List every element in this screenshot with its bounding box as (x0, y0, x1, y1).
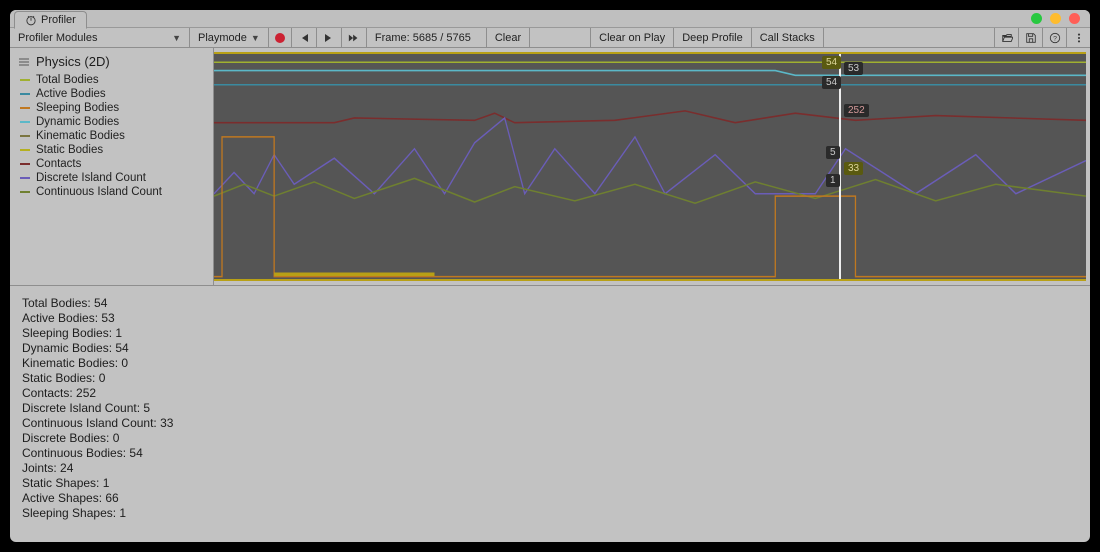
detail-row: Sleeping Bodies: 1 (22, 326, 1078, 341)
close-button[interactable] (1069, 13, 1080, 24)
chevron-down-icon: ▼ (251, 33, 260, 43)
legend-item[interactable]: Contacts (16, 157, 207, 171)
toolbar: Profiler Modules ▼ Playmode ▼ Frame: 568… (10, 28, 1090, 48)
marker-discrete: 5 (826, 146, 840, 159)
frame-next-button[interactable] (317, 28, 342, 47)
legend-swatch (20, 135, 30, 137)
drag-handle-icon (18, 56, 30, 68)
marker-dynamic: 54 (822, 76, 841, 89)
profiler-tab[interactable]: Profiler (14, 11, 87, 29)
legend-swatch (20, 93, 30, 95)
detail-row: Static Shapes: 1 (22, 476, 1078, 491)
save-icon (1025, 32, 1037, 44)
details-panel: Total Bodies: 54Active Bodies: 53Sleepin… (10, 286, 1090, 542)
legend-swatch (20, 191, 30, 193)
title-bar: Profiler (10, 10, 1090, 28)
tab-title-text: Profiler (41, 14, 76, 26)
detail-row: Continuous Bodies: 54 (22, 446, 1078, 461)
menu-button[interactable] (1066, 28, 1090, 47)
minimize-button[interactable] (1050, 13, 1061, 24)
marker-active: 53 (844, 62, 863, 75)
window-controls (1031, 13, 1080, 24)
chart-svg (214, 54, 1086, 279)
chevron-down-icon: ▼ (172, 33, 181, 43)
detail-row: Discrete Bodies: 0 (22, 431, 1078, 446)
open-icon (1001, 32, 1013, 44)
detail-row: Active Bodies: 53 (22, 311, 1078, 326)
profiler-modules-label: Profiler Modules (18, 32, 97, 44)
detail-row: Static Bodies: 0 (22, 371, 1078, 386)
legend-item[interactable]: Active Bodies (16, 87, 207, 101)
legend-swatch (20, 149, 30, 151)
svg-text:?: ? (1053, 35, 1057, 42)
legend-label: Contacts (36, 158, 81, 170)
skip-forward-icon (323, 32, 335, 44)
legend-label: Sleeping Bodies (36, 102, 119, 114)
kebab-icon (1073, 32, 1085, 44)
profiler-modules-dropdown[interactable]: Profiler Modules ▼ (10, 28, 190, 47)
legend-item[interactable]: Total Bodies (16, 73, 207, 87)
legend-item[interactable]: Continuous Island Count (16, 185, 207, 199)
legend-label: Kinematic Bodies (36, 130, 125, 142)
legend-label: Total Bodies (36, 74, 99, 86)
legend-label: Dynamic Bodies (36, 116, 119, 128)
frame-text: Frame: 5685 / 5765 (375, 32, 471, 44)
legend-swatch (20, 177, 30, 179)
playmode-label: Playmode (198, 32, 247, 44)
legend-swatch (20, 79, 30, 81)
frame-indicator: Frame: 5685 / 5765 (367, 28, 487, 47)
marker-sleeping: 1 (826, 174, 840, 187)
frame-first-button[interactable] (292, 28, 317, 47)
marker-contacts: 252 (844, 104, 869, 117)
playmode-dropdown[interactable]: Playmode ▼ (190, 28, 269, 47)
module-sidebar: Physics (2D) Total Bodies Active Bodies Sl… (10, 48, 214, 285)
detail-row: Joints: 24 (22, 461, 1078, 476)
legend-item[interactable]: Sleeping Bodies (16, 101, 207, 115)
detail-row: Active Shapes: 66 (22, 491, 1078, 506)
detail-row: Continuous Island Count: 33 (22, 416, 1078, 431)
legend-item[interactable]: Kinematic Bodies (16, 129, 207, 143)
legend-label: Active Bodies (36, 88, 106, 100)
legend-swatch (20, 121, 30, 123)
skip-end-icon (348, 32, 360, 44)
clear-on-play-button[interactable]: Clear on Play (590, 28, 674, 47)
legend-swatch (20, 163, 30, 165)
record-button[interactable] (269, 28, 292, 47)
legend-label: Static Bodies (36, 144, 103, 156)
help-button[interactable]: ? (1042, 28, 1066, 47)
detail-row: Total Bodies: 54 (22, 296, 1078, 311)
maximize-button[interactable] (1031, 13, 1042, 24)
legend-item[interactable]: Dynamic Bodies (16, 115, 207, 129)
legend-item[interactable]: Static Bodies (16, 143, 207, 157)
detail-row: Dynamic Bodies: 54 (22, 341, 1078, 356)
marker-continuous: 33 (844, 162, 863, 175)
record-icon (275, 33, 285, 43)
profiler-icon (25, 14, 37, 26)
chart-area[interactable]: 54 53 54 252 5 1 33 (214, 52, 1086, 281)
detail-row: Sleeping Shapes: 1 (22, 506, 1078, 521)
detail-row: Contacts: 252 (22, 386, 1078, 401)
deep-profile-button[interactable]: Deep Profile (674, 28, 752, 47)
detail-row: Kinematic Bodies: 0 (22, 356, 1078, 371)
clear-button[interactable]: Clear (487, 28, 530, 47)
load-button[interactable] (994, 28, 1018, 47)
legend-swatch (20, 107, 30, 109)
marker-total: 54 (822, 56, 841, 69)
help-icon: ? (1049, 32, 1061, 44)
skip-back-icon (298, 32, 310, 44)
legend-label: Continuous Island Count (36, 186, 162, 198)
module-title[interactable]: Physics (2D) (16, 52, 207, 73)
detail-row: Discrete Island Count: 5 (22, 401, 1078, 416)
call-stacks-button[interactable]: Call Stacks (752, 28, 824, 47)
legend-label: Discrete Island Count (36, 172, 146, 184)
legend-item[interactable]: Discrete Island Count (16, 171, 207, 185)
save-button[interactable] (1018, 28, 1042, 47)
frame-last-button[interactable] (342, 28, 367, 47)
